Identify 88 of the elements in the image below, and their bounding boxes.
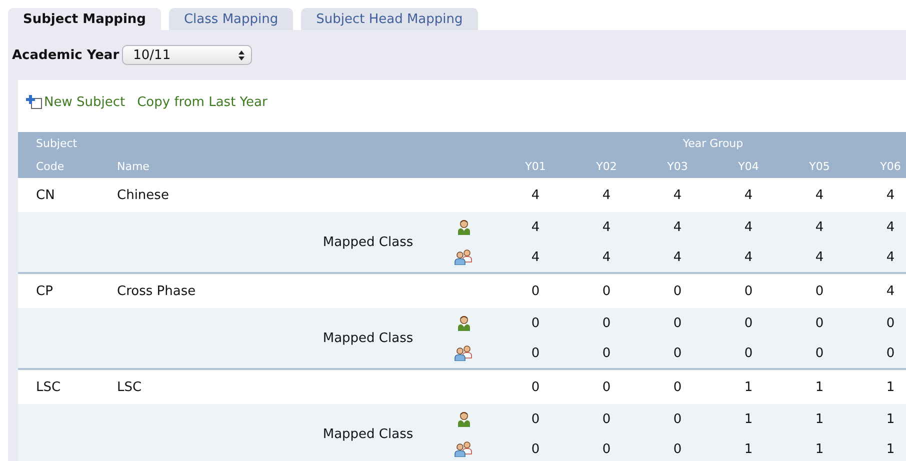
- table-cell-text: 0: [672, 344, 683, 362]
- tab[interactable]: Class Mapping: [168, 8, 294, 30]
- table-cell-text: 1: [885, 378, 896, 396]
- column-header: Y03: [666, 159, 689, 175]
- table-cell-text: 0: [530, 440, 541, 458]
- person-icon: [457, 219, 471, 235]
- table-cell-text: 4: [530, 186, 541, 204]
- table-cell-text: 1: [814, 410, 825, 428]
- table-cell-text: 0: [885, 314, 896, 332]
- table-cell-text: 4: [885, 282, 896, 300]
- table-cell-text: 4: [814, 218, 825, 236]
- table-cell-text: 1: [885, 440, 896, 458]
- table-cell-text: LSC: [116, 378, 143, 396]
- table-cell-text: Chinese: [116, 186, 170, 204]
- row-label: Mapped Class: [322, 234, 414, 252]
- tab[interactable]: Subject Mapping: [8, 8, 161, 30]
- people-icon: [454, 249, 474, 265]
- row-label: Mapped Class: [322, 330, 414, 348]
- table-cell-text: 0: [601, 440, 612, 458]
- table-cell-text: 0: [601, 378, 612, 396]
- table-cell-text: 0: [814, 344, 825, 362]
- table-cell-text: CN: [35, 186, 56, 204]
- table-cell-text: 0: [672, 440, 683, 458]
- table-cell-text: 4: [601, 218, 612, 236]
- people-icon: [454, 441, 474, 457]
- table-cell-text: 0: [885, 344, 896, 362]
- add-document-icon: [26, 95, 42, 109]
- table-cell-text: 0: [814, 282, 825, 300]
- table-cell-text: 0: [672, 282, 683, 300]
- table-cell-text: 4: [672, 248, 683, 266]
- table-cell-text: Cross Phase: [116, 282, 197, 300]
- table-cell-text: 4: [814, 186, 825, 204]
- year-dropdown[interactable]: 10/11: [122, 45, 252, 65]
- new-subject-link[interactable]: New Subject: [26, 94, 126, 110]
- person-icon: [457, 411, 471, 427]
- row-label: Mapped Class: [322, 426, 414, 444]
- table-cell-text: 0: [743, 344, 754, 362]
- table-cell-text: 0: [601, 410, 612, 428]
- people-icon: [454, 345, 474, 361]
- table-cell-text: 0: [672, 314, 683, 332]
- table-cell-text: 4: [530, 248, 541, 266]
- stepper-arrows-icon: [238, 50, 246, 60]
- table-cell-text: 4: [885, 218, 896, 236]
- table-cell-text: 4: [743, 248, 754, 266]
- table-cell-text: 0: [743, 314, 754, 332]
- table-cell-text: 4: [743, 186, 754, 204]
- table-cell-text: 4: [814, 248, 825, 266]
- table-cell-text: 1: [743, 410, 754, 428]
- table-cell-text: 0: [672, 410, 683, 428]
- table-cell-text: 4: [601, 186, 612, 204]
- table-cell-text: 0: [601, 314, 612, 332]
- table-cell-text: 4: [672, 186, 683, 204]
- table-cell-text: 0: [672, 378, 683, 396]
- table-cell-text: 4: [601, 248, 612, 266]
- table-cell-text: 0: [743, 282, 754, 300]
- table-cell-text: 1: [743, 440, 754, 458]
- column-header: Year Group: [682, 136, 744, 152]
- table-cell-text: 1: [814, 440, 825, 458]
- table-cell-text: 0: [814, 314, 825, 332]
- column-header: Y05: [808, 159, 831, 175]
- table-cell-text: 1: [814, 378, 825, 396]
- table-cell-text: 4: [885, 186, 896, 204]
- table-cell-text: CP: [35, 282, 54, 300]
- table-cell-text: LSC: [35, 378, 62, 396]
- tab[interactable]: Subject Head Mapping: [301, 8, 478, 30]
- table-cell-text: 4: [885, 248, 896, 266]
- table-cell-text: 0: [530, 378, 541, 396]
- table-cell-text: 4: [672, 218, 683, 236]
- person-icon: [457, 315, 471, 331]
- table-cell-text: 1: [743, 378, 754, 396]
- table-cell-text: 0: [601, 282, 612, 300]
- table-cell-text: 0: [530, 410, 541, 428]
- table-cell-text: 0: [530, 282, 541, 300]
- column-header: Code: [35, 159, 66, 175]
- table-cell-text: 0: [601, 344, 612, 362]
- column-header: Y06: [879, 159, 902, 175]
- table-cell-text: 4: [530, 218, 541, 236]
- column-header: Y04: [737, 159, 760, 175]
- field-label: Academic Year: [12, 48, 120, 62]
- table-cell-text: 1: [885, 410, 896, 428]
- column-header: Name: [116, 159, 150, 175]
- copy-link[interactable]: Copy from Last Year: [137, 94, 268, 110]
- table-cell-text: 4: [743, 218, 754, 236]
- column-header: Y02: [595, 159, 618, 175]
- table-cell-text: 0: [530, 314, 541, 332]
- column-header: Y01: [524, 159, 547, 175]
- column-header: Subject: [35, 136, 78, 152]
- table-cell-text: 0: [530, 344, 541, 362]
